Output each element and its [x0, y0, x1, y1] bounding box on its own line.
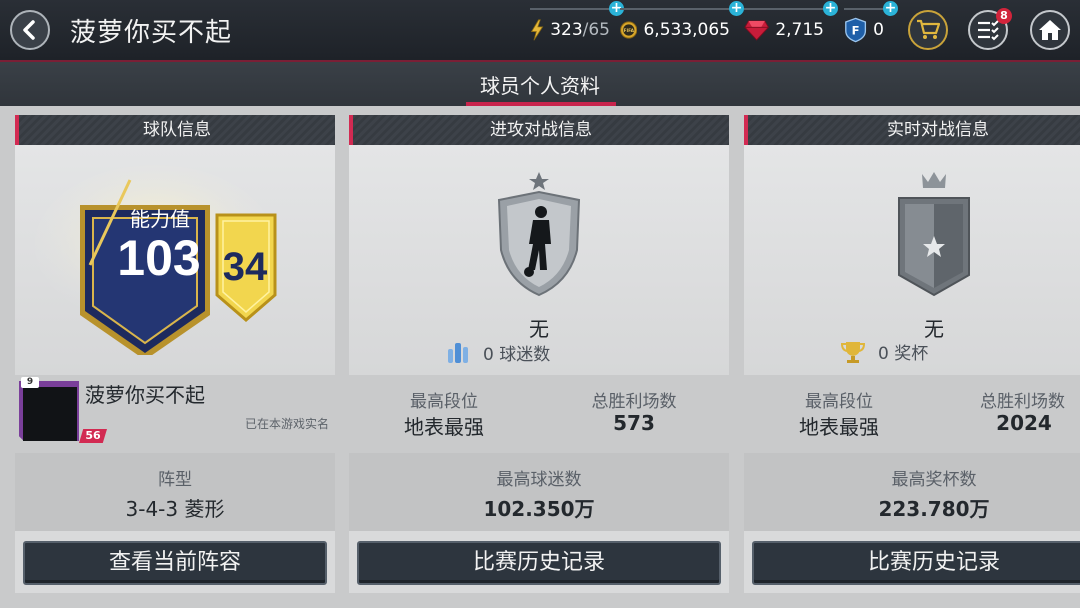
attack-rank-name: 无 — [529, 317, 549, 341]
fpoints-counter: F 0 + — [844, 1, 898, 46]
attack-rank-shield-icon — [497, 172, 581, 297]
max-fans-label: 最高球迷数 — [496, 470, 582, 490]
energy-max: /65 — [582, 20, 610, 40]
team-badge-area: 能力值 103 34 — [15, 145, 335, 375]
avatar-level-badge: 56 — [79, 429, 107, 443]
best-rank-label: 最高段位 — [805, 392, 873, 412]
coins-value: 6,533,065 — [643, 20, 730, 40]
notification-badge: 8 — [996, 8, 1012, 24]
formation-label: 阵型 — [158, 470, 192, 490]
attack-stats-row: 最高段位 地表最强 总胜利场数 573 — [349, 375, 729, 453]
power-label: 能力值 — [130, 207, 190, 231]
total-wins-value: 573 — [613, 411, 655, 435]
max-fans-row: 最高球迷数 102.350万 — [349, 453, 729, 531]
fans-row: 0 球迷数 — [445, 339, 550, 365]
fpoints-value: 0 — [873, 20, 884, 40]
chevron-left-icon — [23, 20, 35, 40]
shop-button[interactable] — [908, 10, 948, 50]
add-fpoints-button[interactable]: + — [883, 1, 898, 16]
avatar-tag: 9 — [21, 377, 39, 388]
total-wins-label: 总胜利场数 — [591, 392, 677, 412]
page-title: 菠萝你买不起 — [70, 18, 233, 48]
coin-logo-text: FIFA — [624, 28, 635, 34]
total-wins-value: 2024 — [996, 411, 1052, 435]
tasks-button[interactable]: 8 — [968, 8, 1012, 50]
trophy-count: 0 奖杯 — [878, 344, 929, 364]
tab-strip: 球员个人资料 — [0, 62, 1080, 106]
view-lineup-button[interactable]: 查看当前阵容 — [23, 541, 327, 585]
panel-header: 进攻对战信息 — [349, 115, 729, 145]
level-value: 34 — [222, 245, 268, 289]
max-trophy-row: 最高奖杯数 223.780万 — [744, 453, 1080, 531]
home-icon — [1039, 20, 1061, 40]
tab-player-profile[interactable]: 球员个人资料 — [0, 70, 1080, 99]
team-info-panel: 球队信息 能力值 103 34 9 56 菠萝你买不起 已在本游戏实名 阵型 3… — [15, 115, 335, 593]
max-fans-value: 102.350万 — [483, 497, 595, 521]
best-rank-value: 地表最强 — [799, 415, 879, 439]
live-rank-shield-icon — [898, 172, 970, 297]
total-wins-label: 总胜利场数 — [980, 392, 1065, 412]
back-button[interactable] — [10, 10, 50, 50]
coins-counter: FIFA 6,533,065 + — [620, 1, 744, 46]
attack-info-panel: 进攻对战信息 无 0 球迷数 最高段位 地表最强 总胜利场数 573 最高球迷数… — [349, 115, 729, 593]
trophy-row: 0 奖杯 — [840, 339, 928, 364]
max-trophy-value: 223.780万 — [878, 497, 990, 521]
live-stats-row: 最高段位 地表最强 总胜利场数 2024 — [744, 375, 1080, 453]
add-gems-button[interactable]: + — [823, 1, 838, 16]
add-coins-button[interactable]: + — [729, 1, 744, 16]
max-trophy-label: 最高奖杯数 — [891, 470, 977, 490]
energy-value: 323 — [550, 20, 583, 40]
fans-count: 0 球迷数 — [483, 344, 551, 365]
svg-text:F: F — [852, 23, 860, 37]
best-rank-value: 地表最强 — [404, 415, 484, 439]
checklist-icon — [978, 20, 999, 41]
avatar[interactable] — [23, 387, 77, 441]
player-row: 9 56 菠萝你买不起 已在本游戏实名 — [15, 375, 335, 453]
live-rank-name: 无 — [924, 317, 944, 341]
best-rank-label: 最高段位 — [410, 392, 478, 412]
energy-counter: 323/65 + — [530, 1, 624, 46]
trophy-icon — [840, 341, 866, 363]
top-bar: 菠萝你买不起 323/65 + FIFA 6,533,065 + 2,715 + — [0, 0, 1080, 62]
attack-match-history-button[interactable]: 比赛历史记录 — [357, 541, 721, 585]
gems-counter: 2,715 + — [744, 1, 838, 46]
verified-text: 已在本游戏实名 — [244, 417, 329, 431]
live-match-history-button[interactable]: 比赛历史记录 — [752, 541, 1080, 585]
player-name: 菠萝你买不起 — [85, 383, 205, 407]
panel-header: 球队信息 — [15, 115, 335, 145]
formation-row: 阵型 3-4-3 菱形 — [15, 453, 335, 531]
formation-value: 3-4-3 菱形 — [125, 497, 225, 521]
lightning-icon — [530, 19, 544, 41]
live-rank-area: 无 0 奖杯 — [744, 145, 1080, 375]
power-value: 103 — [117, 230, 201, 286]
gems-value: 2,715 — [775, 20, 824, 40]
live-info-panel: 实时对战信息 无 0 奖杯 最高段位 地表最强 总胜利场数 2024 最高奖杯数 — [744, 115, 1080, 593]
panel-header: 实时对战信息 — [744, 115, 1080, 145]
fans-icon — [448, 343, 468, 363]
tab-active-indicator — [466, 102, 616, 106]
fpoints-shield-icon: F — [845, 17, 867, 43]
panel-header-label: 实时对战信息 — [887, 120, 989, 140]
cart-icon — [917, 19, 940, 39]
coin-icon: FIFA — [620, 21, 638, 39]
home-button[interactable] — [1030, 10, 1070, 50]
attack-rank-area: 无 0 球迷数 — [349, 145, 729, 375]
gem-icon — [744, 20, 769, 41]
